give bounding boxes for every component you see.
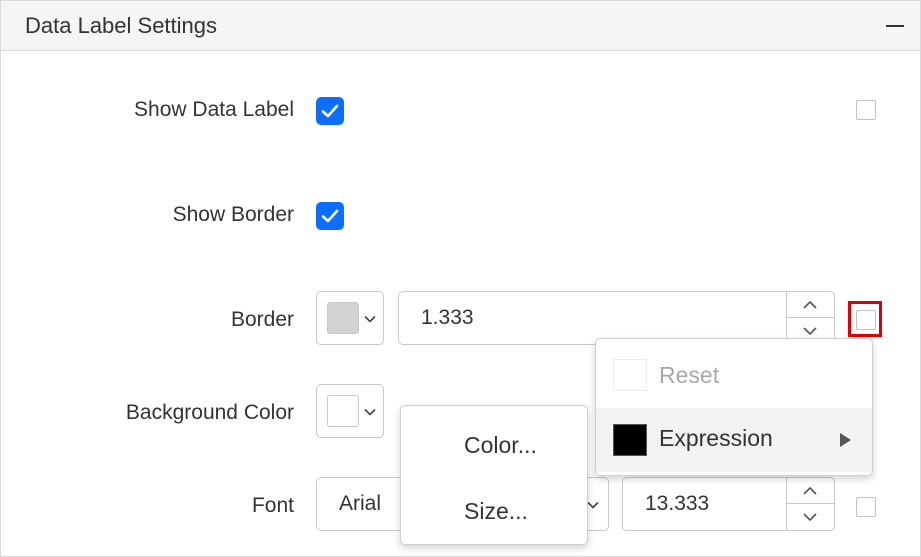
menu-item-expression-label: Expression: [659, 425, 773, 451]
menu-item-reset-label: Reset: [659, 362, 720, 388]
font-size-spinner: [786, 478, 834, 530]
border-width-input[interactable]: 1.333: [398, 291, 835, 345]
highlight-box: [848, 301, 882, 337]
submenu-item-size[interactable]: Size...: [401, 478, 587, 542]
checkmark-icon: [321, 209, 339, 223]
show-data-label-checkbox[interactable]: [316, 97, 344, 125]
font-expression-checkbox[interactable]: [856, 497, 876, 517]
font-size-decrement[interactable]: [787, 504, 834, 530]
expression-icon: [613, 424, 647, 456]
submenu-arrow-icon: [840, 433, 851, 447]
font-size-input[interactable]: 13.333: [622, 477, 835, 531]
submenu-item-color-label: Color...: [464, 432, 537, 458]
menu-item-reset[interactable]: Reset: [596, 344, 872, 408]
submenu-item-color[interactable]: Color...: [401, 412, 587, 476]
chevron-up-icon: [803, 486, 817, 495]
show-border-checkbox[interactable]: [316, 202, 344, 230]
border-label: Border: [230, 308, 294, 331]
font-size-increment[interactable]: [787, 478, 834, 504]
border-width-increment[interactable]: [787, 292, 834, 318]
chevron-down-icon: [364, 315, 376, 323]
expression-context-menu: Reset Expression: [595, 338, 873, 476]
font-label: Font: [251, 494, 294, 517]
chevron-down-icon: [364, 408, 376, 416]
reset-icon: [613, 359, 647, 391]
show-data-label-expression-checkbox[interactable]: [856, 100, 876, 120]
submenu-item-size-label: Size...: [464, 498, 528, 524]
font-family-value: Arial: [339, 492, 382, 515]
chevron-up-icon: [803, 300, 817, 309]
chevron-down-icon: [803, 513, 817, 522]
panel-header: Data Label Settings: [1, 1, 920, 51]
border-color-picker[interactable]: [316, 291, 384, 345]
background-color-label: Background Color: [125, 401, 294, 424]
panel-title: Data Label Settings: [25, 13, 218, 38]
show-border-label: Show Border: [172, 203, 294, 226]
border-color-swatch: [327, 302, 359, 334]
border-width-spinner: [786, 292, 834, 344]
font-size-value: 13.333: [645, 492, 710, 515]
chevron-down-icon: [587, 501, 599, 509]
minus-icon: [886, 25, 904, 27]
show-data-label-label: Show Data Label: [134, 98, 294, 121]
chevron-down-icon: [803, 327, 817, 336]
checkmark-icon: [321, 104, 339, 118]
background-color-swatch: [327, 395, 359, 427]
collapse-button[interactable]: [881, 11, 909, 39]
menu-item-expression[interactable]: Expression: [596, 408, 872, 472]
background-color-picker[interactable]: [316, 384, 384, 438]
font-submenu: Color... Size...: [400, 405, 588, 545]
border-width-value: 1.333: [421, 306, 474, 329]
